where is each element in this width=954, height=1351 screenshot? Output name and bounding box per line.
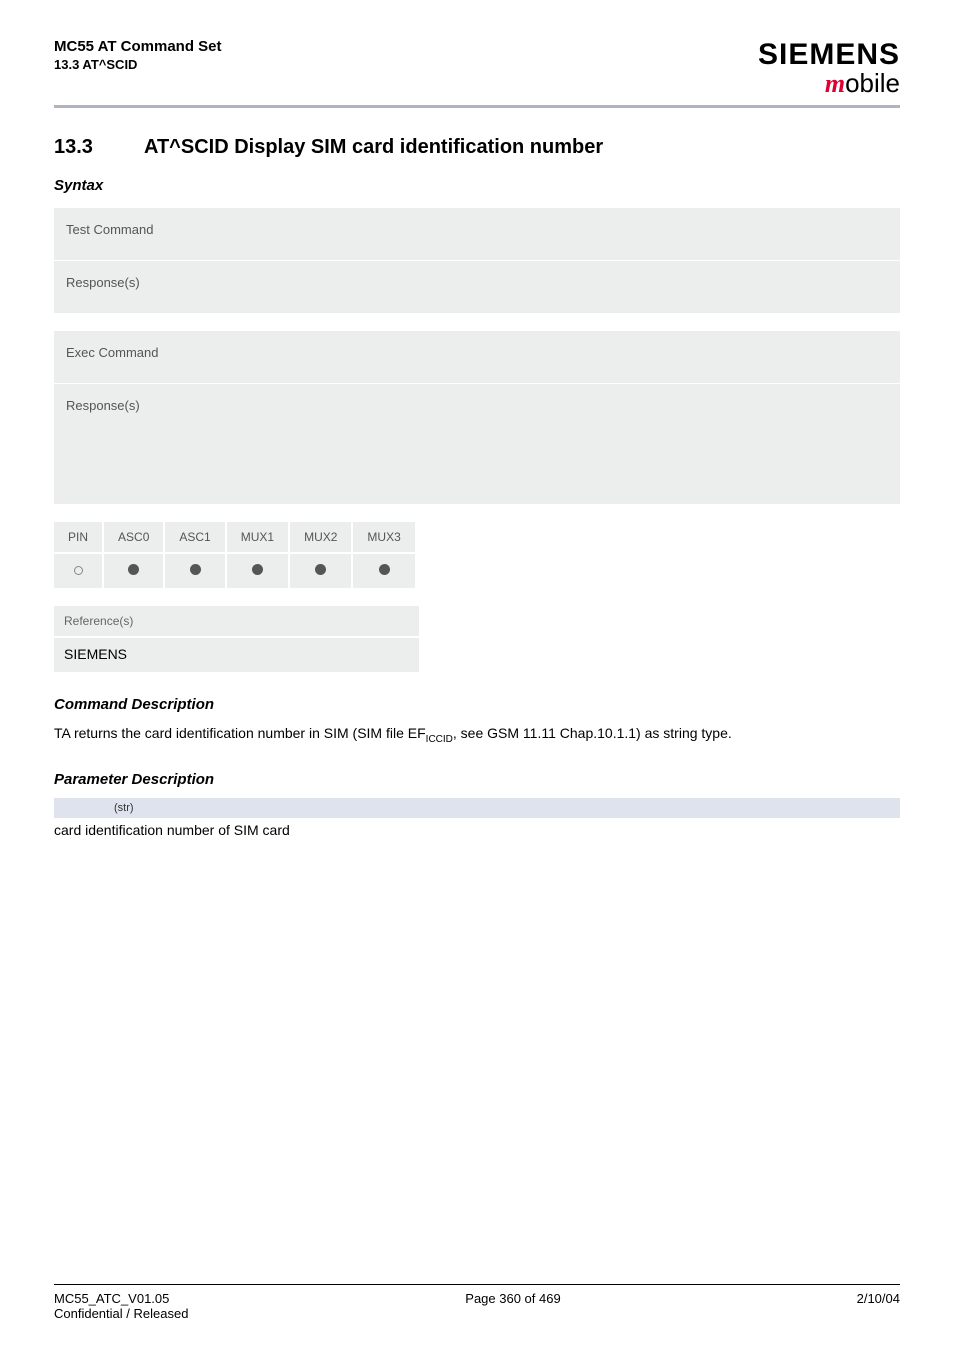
cell-mux1 bbox=[226, 553, 289, 588]
footer-page: Page 360 of 469 bbox=[465, 1291, 560, 1306]
cell-pin bbox=[54, 553, 103, 588]
cell-mux2 bbox=[289, 553, 352, 588]
syntax-heading: Syntax bbox=[54, 177, 900, 194]
table-row bbox=[54, 553, 416, 588]
doc-title: MC55 AT Command Set bbox=[54, 38, 222, 55]
parameter-description-heading: Parameter Description bbox=[54, 771, 900, 788]
header-left: MC55 AT Command Set 13.3 AT^SCID bbox=[54, 38, 222, 72]
dot-empty-icon bbox=[74, 566, 83, 575]
exec-response-label: Response(s) bbox=[66, 398, 140, 413]
test-command-block: Test Command bbox=[54, 208, 900, 260]
spacer bbox=[54, 504, 900, 522]
col-mux3: MUX3 bbox=[352, 522, 415, 553]
doc-subtitle: 13.3 AT^SCID bbox=[54, 57, 222, 72]
dot-filled-icon bbox=[128, 564, 139, 575]
spacer bbox=[54, 313, 900, 331]
brand-logo: SIEMENS mobile bbox=[758, 38, 900, 99]
footer-divider bbox=[54, 1284, 900, 1285]
page-header: MC55 AT Command Set 13.3 AT^SCID SIEMENS… bbox=[54, 38, 900, 99]
col-asc0: ASC0 bbox=[103, 522, 164, 553]
section-heading: 13.3AT^SCID Display SIM card identificat… bbox=[54, 136, 900, 159]
test-response-label: Response(s) bbox=[66, 275, 140, 290]
command-description-heading: Command Description bbox=[54, 696, 900, 713]
exec-command-block: Exec Command bbox=[54, 331, 900, 383]
col-mux1: MUX1 bbox=[226, 522, 289, 553]
parameter-description-text: card identification number of SIM card bbox=[54, 822, 900, 838]
logo-m-letter: m bbox=[825, 69, 845, 98]
logo-siemens-text: SIEMENS bbox=[758, 38, 900, 72]
header-divider bbox=[54, 105, 900, 108]
logo-obile-text: obile bbox=[845, 68, 900, 98]
cmd-desc-post: , see GSM 11.11 Chap.10.1.1) as string t… bbox=[453, 725, 732, 741]
footer-left: MC55_ATC_V01.05 bbox=[54, 1291, 169, 1306]
exec-response-block: Response(s) bbox=[54, 384, 900, 504]
cmd-desc-pre: TA returns the card identification numbe… bbox=[54, 725, 426, 741]
parameter-type-bar: (str) bbox=[54, 798, 900, 818]
page-footer: MC55_ATC_V01.05 Page 360 of 469 2/10/04 … bbox=[54, 1284, 900, 1321]
cmd-desc-sub: ICCID bbox=[426, 734, 453, 745]
dot-filled-icon bbox=[190, 564, 201, 575]
table-header-row: PIN ASC0 ASC1 MUX1 MUX2 MUX3 bbox=[54, 522, 416, 553]
section-number: 13.3 bbox=[54, 136, 144, 159]
footer-confidential: Confidential / Released bbox=[54, 1306, 900, 1321]
footer-date: 2/10/04 bbox=[857, 1291, 900, 1306]
command-description-text: TA returns the card identification numbe… bbox=[54, 723, 900, 747]
cell-asc1 bbox=[164, 553, 225, 588]
logo-mobile-text: mobile bbox=[758, 68, 900, 99]
reference-box: Reference(s) SIEMENS bbox=[54, 606, 419, 672]
test-response-block: Response(s) bbox=[54, 261, 900, 313]
dot-filled-icon bbox=[252, 564, 263, 575]
dot-filled-icon bbox=[315, 564, 326, 575]
dot-filled-icon bbox=[379, 564, 390, 575]
col-asc1: ASC1 bbox=[164, 522, 225, 553]
exec-command-label: Exec Command bbox=[66, 345, 158, 360]
cell-asc0 bbox=[103, 553, 164, 588]
reference-heading: Reference(s) bbox=[54, 606, 419, 638]
test-command-label: Test Command bbox=[66, 222, 153, 237]
col-pin: PIN bbox=[54, 522, 103, 553]
pin-capability-table: PIN ASC0 ASC1 MUX1 MUX2 MUX3 bbox=[54, 522, 417, 588]
reference-body: SIEMENS bbox=[54, 638, 419, 672]
cell-mux3 bbox=[352, 553, 415, 588]
footer-row: MC55_ATC_V01.05 Page 360 of 469 2/10/04 bbox=[54, 1291, 900, 1306]
section-title-text: AT^SCID Display SIM card identification … bbox=[144, 136, 603, 158]
col-mux2: MUX2 bbox=[289, 522, 352, 553]
footer-doc-id: MC55_ATC_V01.05 bbox=[54, 1291, 169, 1306]
